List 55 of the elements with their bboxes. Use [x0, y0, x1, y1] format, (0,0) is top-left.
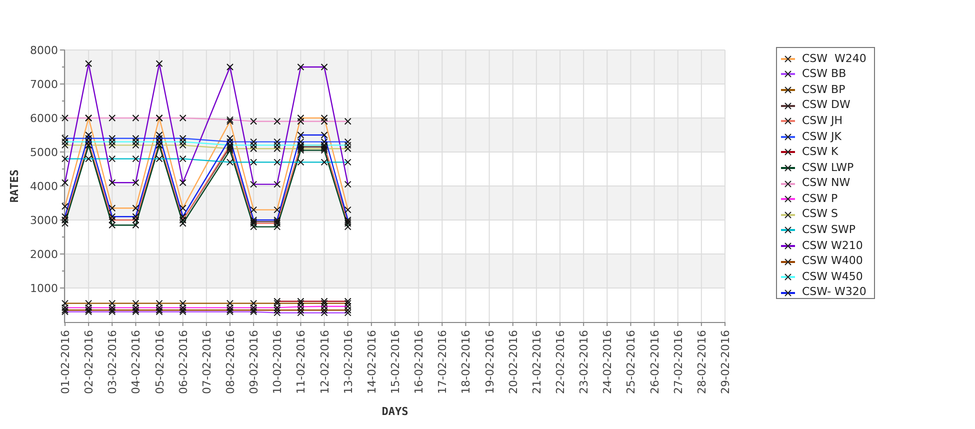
y-tick-label: 8000	[30, 44, 58, 57]
legend-label: CSW BP	[802, 82, 846, 98]
legend-label: CSW NW	[802, 175, 850, 192]
x-tick-label: 10-02-2016	[271, 330, 284, 394]
legend-label: CSW W240	[802, 50, 866, 67]
y-tick-label: 5000	[30, 146, 58, 159]
x-axis-title: DAYS	[382, 405, 408, 418]
x-tick-label: 22-02-2016	[554, 330, 567, 394]
y-tick-label: 4000	[30, 180, 58, 193]
x-tick-label: 15-02-2016	[389, 330, 402, 394]
x-tick-label: 06-02-2016	[176, 330, 190, 394]
legend-label: CSW LWP	[802, 160, 854, 176]
x-tick-label: 11-02-2016	[294, 330, 308, 394]
x-tick-label: 08-02-2016	[224, 330, 237, 394]
y-tick-label: 2000	[30, 248, 58, 261]
legend-label: CSW BB	[802, 66, 846, 82]
x-tick-label: 13-02-2016	[342, 330, 355, 394]
x-tick-label: 17-02-2016	[436, 330, 450, 394]
x-tick-label: 04-02-2016	[130, 330, 143, 394]
legend-label: CSW W450	[802, 268, 863, 285]
legend-label: CSW DW	[802, 97, 850, 114]
legend-label: CSW W210	[802, 238, 863, 254]
x-tick-label: 24-02-2016	[601, 330, 614, 394]
x-tick-label: 29-02-2016	[719, 330, 732, 394]
x-tick-label: 23-02-2016	[578, 330, 591, 394]
x-tick-label: 02-02-2016	[82, 330, 96, 394]
legend-label: CSW JH	[802, 112, 843, 129]
x-tick-label: 21-02-2016	[530, 330, 544, 394]
x-tick-label: 14-02-2016	[365, 330, 378, 394]
x-tick-label: 09-02-2016	[248, 330, 261, 394]
x-tick-label: 16-02-2016	[412, 330, 426, 394]
y-tick-label: 3000	[30, 214, 58, 227]
x-tick-label: 03-02-2016	[106, 330, 120, 394]
legend-label: CSW JK	[802, 128, 842, 145]
x-tick-label: 20-02-2016	[506, 330, 520, 394]
x-tick-label: 25-02-2016	[624, 330, 638, 394]
x-tick-label: 12-02-2016	[318, 330, 332, 394]
x-tick-label: 05-02-2016	[153, 330, 166, 394]
x-tick-label: 26-02-2016	[648, 330, 662, 394]
legend-label: CSW SWP	[802, 222, 856, 238]
x-tick-label: 07-02-2016	[200, 330, 214, 394]
y-tick-label: 7000	[30, 78, 58, 91]
y-tick-label: 1000	[30, 282, 58, 295]
y-axis-title: RATES	[8, 169, 21, 203]
legend-label: CSW W400	[802, 253, 863, 270]
x-tick-label: 28-02-2016	[695, 330, 708, 394]
legend-label: CSW- W320	[802, 284, 866, 300]
y-tick-label: 6000	[30, 112, 58, 125]
legend-label: CSW K	[802, 144, 838, 160]
x-tick-label: 19-02-2016	[483, 330, 496, 394]
legend-label: CSW P	[802, 190, 838, 207]
legend-label: CSW S	[802, 206, 838, 222]
x-tick-label: 18-02-2016	[460, 330, 473, 394]
x-tick-label: 01-02-2016	[59, 330, 72, 394]
x-tick-label: 27-02-2016	[672, 330, 685, 394]
